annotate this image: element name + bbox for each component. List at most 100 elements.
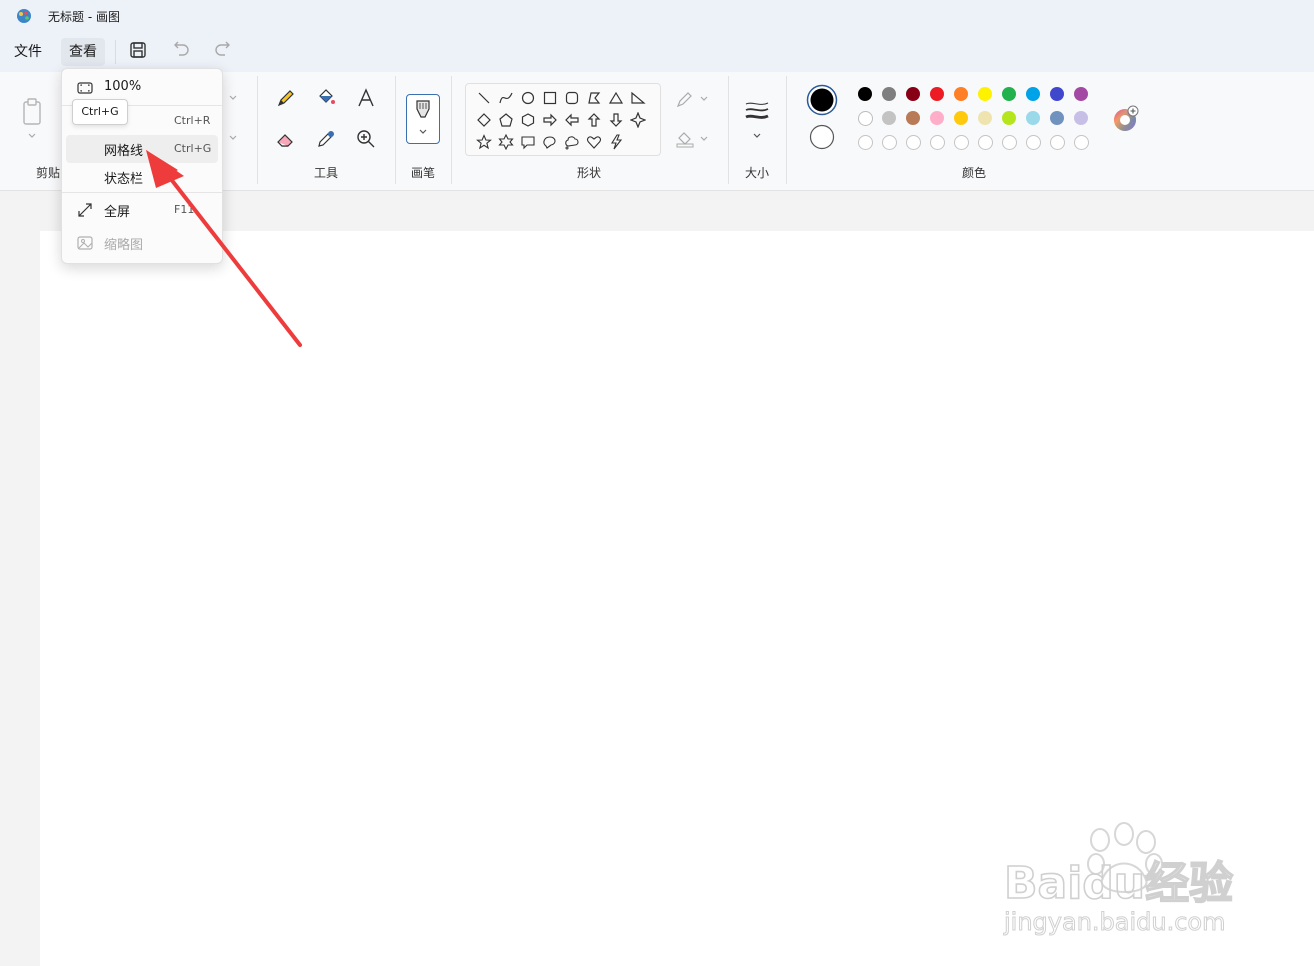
heart-shape-icon[interactable] (586, 134, 602, 150)
polygon-shape-icon[interactable] (586, 90, 602, 106)
triangle-shape-icon[interactable] (608, 90, 624, 106)
edit-colors-icon[interactable] (1112, 105, 1140, 133)
menu-item-thumbnail[interactable]: 缩略图 (66, 229, 218, 257)
baidu-watermark: Baidu经验 jingyan.baidu.com (1003, 822, 1234, 937)
up-arrow-shape-icon[interactable] (586, 112, 602, 128)
fill-chevron-down-icon[interactable] (699, 134, 709, 144)
color-swatch[interactable] (954, 87, 968, 101)
custom-color-slot[interactable] (1050, 135, 1065, 150)
oval-shape-icon[interactable] (520, 90, 536, 106)
menu-item-gridlines[interactable]: 网格线 Ctrl+G (66, 135, 218, 163)
color-swatch[interactable] (930, 87, 944, 101)
custom-color-slot[interactable] (1074, 135, 1089, 150)
color-swatch[interactable] (906, 111, 920, 125)
hexagon-shape-icon[interactable] (520, 112, 536, 128)
brush-button[interactable] (406, 94, 440, 144)
custom-color-slot[interactable] (858, 135, 873, 150)
eraser-icon[interactable] (274, 127, 298, 151)
color-swatch[interactable] (1050, 111, 1064, 125)
color-swatch[interactable] (1002, 111, 1016, 125)
custom-color-slot[interactable] (954, 135, 969, 150)
color-swatch[interactable] (930, 111, 944, 125)
left-arrow-shape-icon[interactable] (564, 112, 580, 128)
redo-icon[interactable] (212, 40, 232, 60)
pentagon-shape-icon[interactable] (498, 112, 514, 128)
image-chevron-down-icon[interactable] (227, 132, 239, 144)
menu-divider (62, 192, 222, 193)
paste-chevron-down-icon[interactable] (26, 130, 38, 142)
menu-view[interactable]: 查看 (61, 38, 105, 66)
six-point-star-shape-icon[interactable] (498, 134, 514, 150)
color-swatch[interactable] (1026, 87, 1040, 101)
custom-color-slot[interactable] (930, 135, 945, 150)
rectangle-shape-icon[interactable] (542, 90, 558, 106)
menu-item-fullscreen[interactable]: 全屏 F11 (66, 196, 218, 224)
right-triangle-shape-icon[interactable] (630, 90, 646, 106)
menu-file[interactable]: 文件 (6, 38, 50, 66)
curve-shape-icon[interactable] (498, 90, 514, 106)
color-swatch[interactable] (1074, 111, 1088, 125)
group-label-tools: 工具 (314, 166, 339, 180)
undo-icon[interactable] (172, 40, 192, 60)
cloud-callout-shape-icon[interactable] (564, 134, 580, 150)
stroke-size-icon[interactable] (744, 100, 770, 122)
custom-color-slot[interactable] (882, 135, 897, 150)
line-shape-icon[interactable] (476, 90, 492, 106)
color-swatch[interactable] (978, 111, 992, 125)
custom-color-slot[interactable] (978, 135, 993, 150)
fill-bucket-icon[interactable] (314, 86, 338, 110)
right-arrow-shape-icon[interactable] (542, 112, 558, 128)
select-chevron-down-icon[interactable] (227, 92, 239, 104)
color-swatch[interactable] (954, 111, 968, 125)
menubar-divider (115, 40, 116, 64)
ribbon-divider (786, 76, 787, 184)
color-picker-icon[interactable] (314, 127, 338, 151)
lightning-shape-icon[interactable] (608, 134, 624, 150)
oval-callout-shape-icon[interactable] (542, 134, 558, 150)
color-swatch[interactable] (1074, 87, 1088, 101)
statusbar-label: 状态栏 (104, 172, 144, 187)
menu-item-statusbar[interactable]: 状态栏 (66, 163, 218, 191)
diamond-shape-icon[interactable] (476, 112, 492, 128)
color-swatch[interactable] (858, 111, 873, 126)
outline-chevron-down-icon[interactable] (699, 94, 709, 104)
four-point-star-shape-icon[interactable] (630, 112, 646, 128)
menu-item-zoom-100[interactable]: 100% (66, 74, 218, 102)
custom-color-slot[interactable] (1002, 135, 1017, 150)
shape-fill-icon[interactable] (675, 130, 695, 150)
svg-text:jingyan.baidu.com: jingyan.baidu.com (1003, 908, 1225, 936)
paste-icon[interactable] (20, 98, 44, 126)
color-swatch[interactable] (882, 87, 896, 101)
outline-icon[interactable] (675, 90, 695, 110)
secondary-color-button[interactable] (808, 123, 836, 151)
shortcut-tooltip: Ctrl+G (72, 99, 128, 125)
color-swatch[interactable] (906, 87, 920, 101)
primary-color-button[interactable] (806, 84, 838, 116)
rect-callout-shape-icon[interactable] (520, 134, 536, 150)
custom-color-slot[interactable] (906, 135, 921, 150)
color-swatch[interactable] (1026, 111, 1040, 125)
rounded-rectangle-shape-icon[interactable] (564, 90, 580, 106)
view-menu-dropdown: 100% Ctrl+R 网格线 Ctrl+G 状态栏 全屏 F11 缩略图 (61, 68, 223, 264)
shapes-gallery (465, 83, 661, 156)
custom-color-slot[interactable] (1026, 135, 1041, 150)
save-icon[interactable] (128, 40, 148, 60)
window-title: 无标题 - 画图 (48, 10, 120, 24)
pencil-icon[interactable] (274, 86, 298, 110)
color-swatch[interactable] (858, 87, 872, 101)
color-swatch[interactable] (1050, 87, 1064, 101)
color-swatch[interactable] (978, 87, 992, 101)
five-point-star-shape-icon[interactable] (476, 134, 492, 150)
thumbnail-icon (77, 236, 93, 250)
color-swatch[interactable] (882, 111, 896, 125)
magnifier-icon[interactable] (354, 127, 378, 151)
fullscreen-label: 全屏 (104, 205, 131, 220)
color-swatch[interactable] (1002, 87, 1016, 101)
ruler-shortcut: Ctrl+R (174, 114, 211, 127)
text-icon[interactable] (354, 86, 378, 110)
size-chevron-down-icon[interactable] (751, 130, 763, 142)
ribbon-divider (451, 76, 452, 184)
down-arrow-shape-icon[interactable] (608, 112, 624, 128)
menu-bar: 文件 查看 (0, 32, 1314, 72)
group-label-brush: 画笔 (411, 166, 436, 180)
